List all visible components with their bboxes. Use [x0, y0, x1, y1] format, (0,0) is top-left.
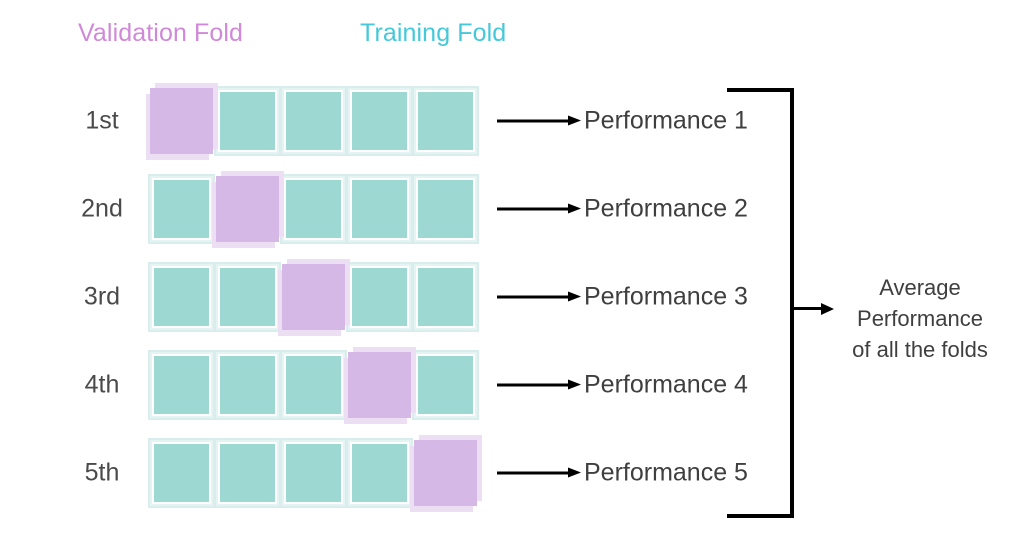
fold-row-label: 1st — [85, 106, 119, 135]
training-fold-box — [150, 176, 213, 242]
performance-label: Performance 4 — [584, 370, 748, 399]
performance-arrow-head — [568, 291, 581, 302]
performance-arrow-icon — [497, 379, 581, 391]
training-fold-box — [282, 88, 345, 154]
training-fold-box — [414, 352, 477, 418]
training-fold-box — [282, 440, 345, 506]
fold-row-label: 5th — [84, 458, 120, 487]
performance-arrow-shaft — [497, 383, 569, 387]
validation-fold-box — [282, 264, 345, 330]
performance-arrow-shaft — [497, 295, 569, 299]
average-label-line-3: of all the folds — [852, 337, 988, 362]
training-fold-box — [348, 264, 411, 330]
performance-label: Performance 1 — [584, 106, 748, 135]
average-arrow-head — [821, 303, 834, 315]
training-fold-box — [282, 352, 345, 418]
performance-arrow-icon — [497, 291, 581, 303]
performance-arrow-icon — [497, 203, 581, 215]
fold-box-strip — [150, 86, 480, 156]
training-fold-box — [348, 88, 411, 154]
fold-row-label: 4th — [84, 370, 120, 399]
performance-arrow-icon — [497, 115, 581, 127]
performance-label: Performance 3 — [584, 282, 748, 311]
performance-arrow-shaft — [497, 471, 569, 475]
performance-arrow-head — [568, 467, 581, 478]
performance-arrow-icon — [497, 467, 581, 479]
performance-arrow-head — [568, 115, 581, 126]
validation-fold-box — [414, 440, 477, 506]
training-fold-box — [348, 440, 411, 506]
average-performance-label: Average Performance of all the folds — [840, 272, 1000, 365]
training-fold-box — [216, 264, 279, 330]
performance-arrow-head — [568, 379, 581, 390]
cross-validation-diagram: Validation Fold Training Fold 1st Perform… — [0, 0, 1009, 538]
fold-row: 5th Performance 5 — [0, 438, 1009, 508]
training-fold-box — [282, 176, 345, 242]
performance-arrow-head — [568, 203, 581, 214]
average-arrow-shaft — [792, 307, 822, 310]
fold-box-strip — [150, 262, 480, 332]
training-fold-box — [216, 88, 279, 154]
legend-training-fold: Training Fold — [360, 19, 507, 47]
performance-arrow-shaft — [497, 119, 569, 123]
fold-box-strip — [150, 350, 480, 420]
fold-row: 1st Performance 1 — [0, 86, 1009, 156]
fold-row-label: 3rd — [83, 282, 121, 311]
legend-validation-fold: Validation Fold — [78, 19, 244, 47]
validation-fold-box — [348, 352, 411, 418]
training-fold-box — [414, 88, 477, 154]
bracket-arm-bottom-icon — [727, 514, 794, 518]
average-label-line-2: Performance — [857, 306, 983, 331]
validation-fold-box — [216, 176, 279, 242]
bracket-arm-top-icon — [727, 88, 794, 92]
fold-box-strip — [150, 174, 480, 244]
training-fold-box — [414, 264, 477, 330]
training-fold-box — [150, 352, 213, 418]
training-fold-box — [348, 176, 411, 242]
validation-fold-box — [150, 88, 213, 154]
fold-row: 2nd Performance 2 — [0, 174, 1009, 244]
average-arrow-icon — [792, 303, 834, 315]
fold-box-strip — [150, 438, 480, 508]
training-fold-box — [414, 176, 477, 242]
training-fold-box — [216, 440, 279, 506]
performance-arrow-shaft — [497, 207, 569, 211]
training-fold-box — [216, 352, 279, 418]
training-fold-box — [150, 440, 213, 506]
performance-label: Performance 5 — [584, 458, 748, 487]
training-fold-box — [150, 264, 213, 330]
performance-label: Performance 2 — [584, 194, 748, 223]
fold-row-label: 2nd — [81, 194, 123, 223]
average-label-line-1: Average — [879, 275, 961, 300]
